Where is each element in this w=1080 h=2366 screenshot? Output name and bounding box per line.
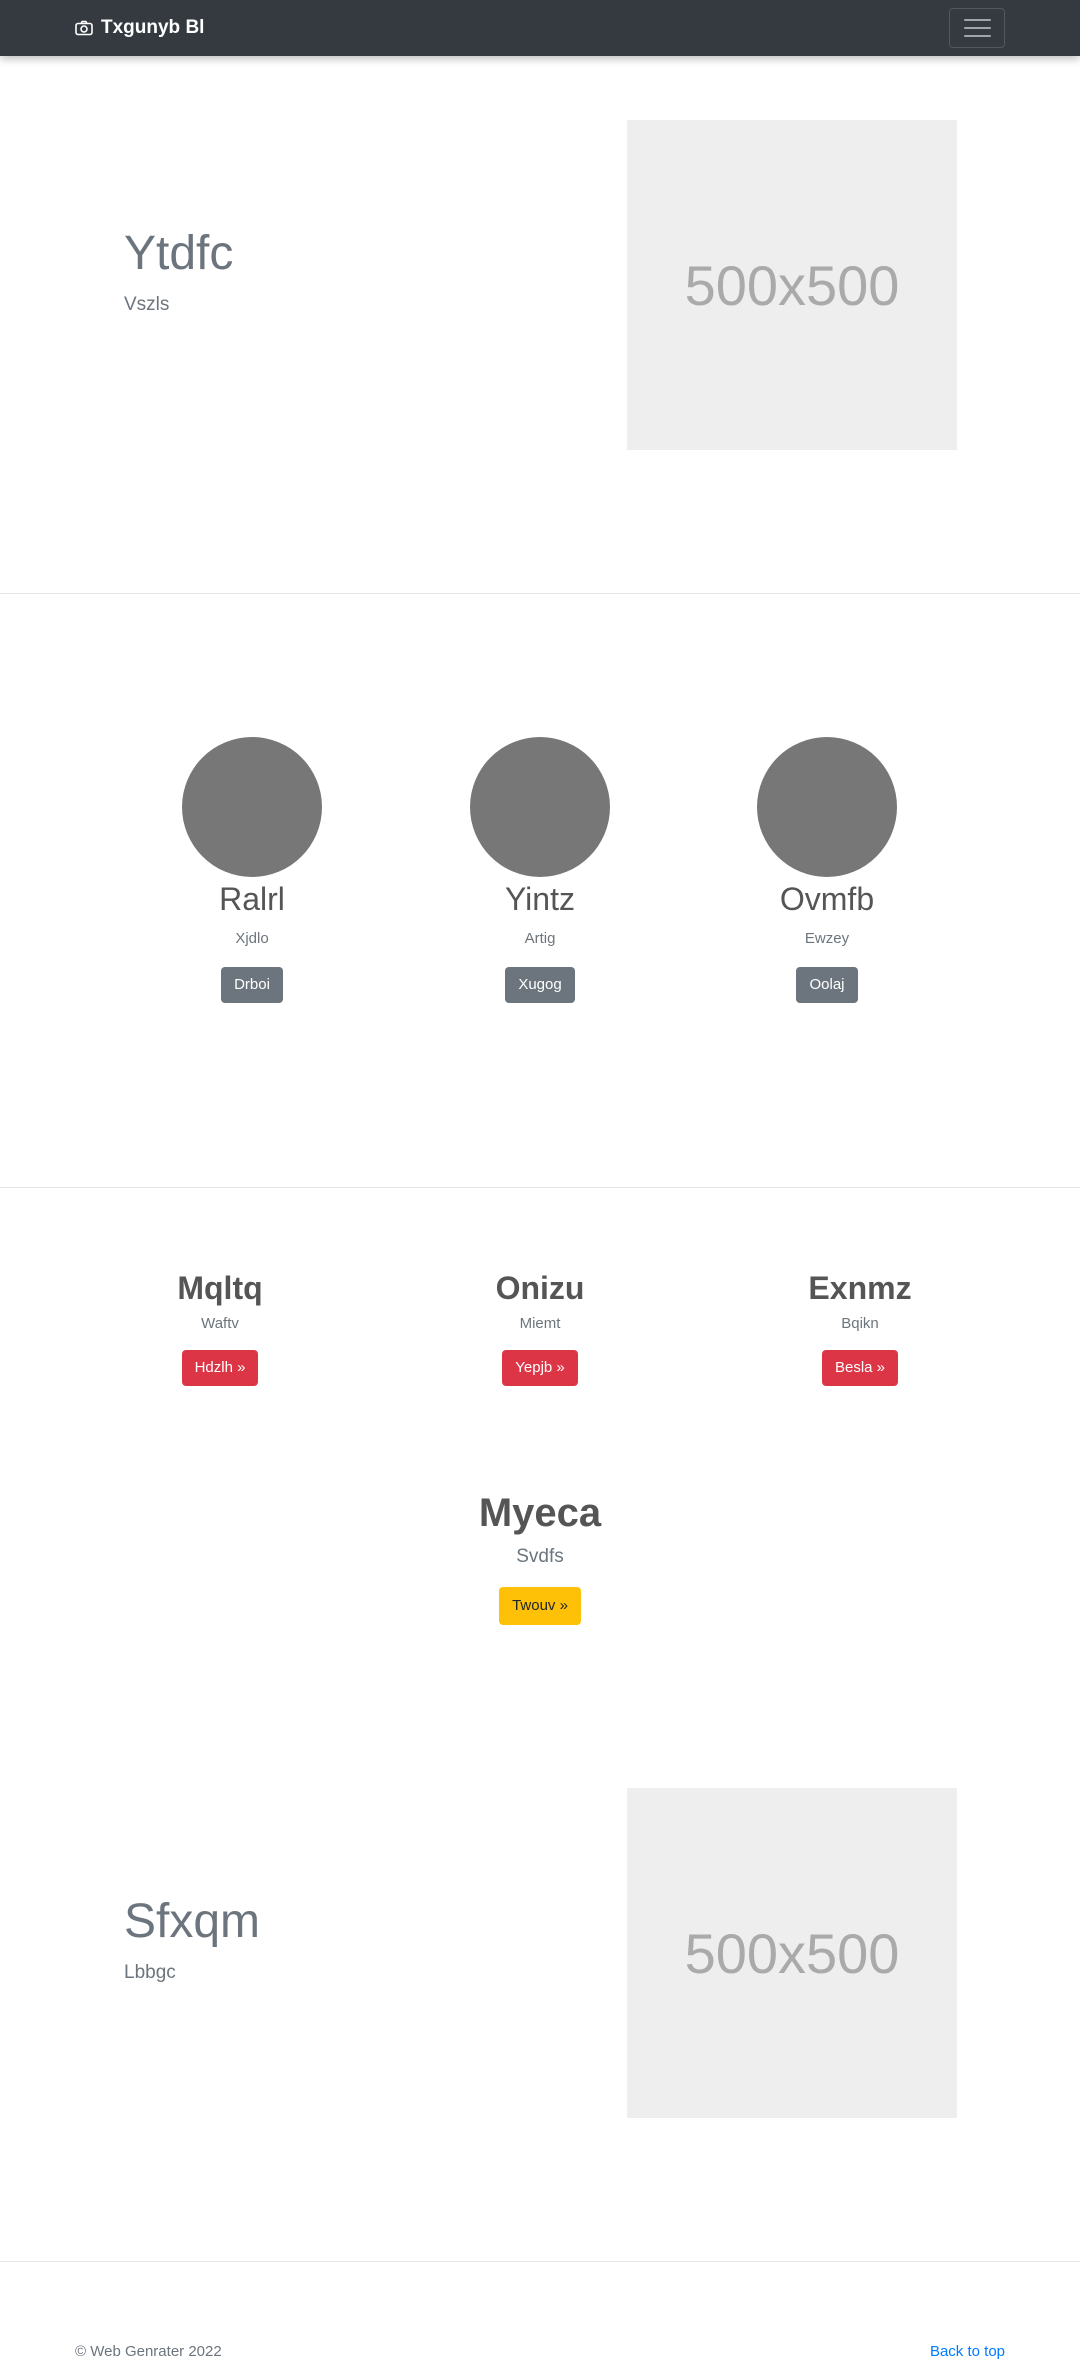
brand-link[interactable]: Txgunyb Bl [75,16,204,40]
hero-title: Sfxqm [124,1895,261,1948]
feature-title: Mqltq [177,1270,263,1306]
person-name: Yintz [505,881,575,917]
person-card: Yintz Artig Xugog [410,737,670,1003]
centered-title: Myeca [478,1491,602,1535]
person-role: Artig [524,930,556,947]
person-name: Ralrl [219,881,285,917]
centered-section: Myeca Svdfs Twouv » [390,1489,690,1625]
back-to-top-link[interactable]: Back to top [930,2343,1005,2360]
person-card: Ovmfb Ewzey Oolaj [697,737,957,1003]
hero-title: Ytdfc [124,227,234,280]
feature-subtitle: Bqikn [841,1315,879,1332]
feature-button[interactable]: Yepjb » [502,1350,578,1386]
person-button[interactable]: Drboi [221,967,283,1003]
person-role: Xjdlo [235,930,269,947]
footer-divider [0,2261,1080,2262]
feature-column: Mqltq Waftv Hdzlh » [80,1268,360,1386]
person-button[interactable]: Oolaj [796,967,858,1003]
feature-button[interactable]: Besla » [821,1350,899,1386]
avatar [182,737,322,877]
feature-title: Onizu [495,1270,585,1306]
section-divider [0,1187,1080,1188]
person-button[interactable]: Xugog [505,967,575,1003]
person-name: Ovmfb [779,881,875,917]
hero-image-placeholder: 500x500 [627,1788,957,2118]
navbar-toggler-button[interactable] [949,8,1005,48]
brand-text: Txgunyb Bl [101,17,205,38]
section-divider [0,593,1080,594]
centered-button[interactable]: Twouv » [499,1587,581,1625]
feature-column: Onizu Miemt Yepjb » [400,1268,680,1386]
hero-image-text: 500x500 [684,253,900,317]
camera-icon [75,20,93,36]
centered-subtitle: Svdfs [516,1546,564,1567]
hero-subtitle: Vszls [124,294,170,315]
feature-button[interactable]: Hdzlh » [181,1350,259,1386]
feature-subtitle: Miemt [519,1315,561,1332]
footer-copyright: © Web Genrater 2022 [75,2343,222,2360]
feature-title: Exnmz [808,1270,912,1306]
person-role: Ewzey [804,930,850,947]
hamburger-icon [963,19,991,21]
person-card: Ralrl Xjdlo Drboi [122,737,382,1003]
feature-subtitle: Waftv [201,1315,239,1332]
avatar [757,737,897,877]
avatar [470,737,610,877]
navbar: Txgunyb Bl [0,0,1080,56]
feature-column: Exnmz Bqikn Besla » [720,1268,1000,1386]
hero-image-text: 500x500 [684,1921,900,1985]
hero-image-placeholder: 500x500 [627,120,957,450]
hero-subtitle: Lbbgc [124,1962,176,1983]
